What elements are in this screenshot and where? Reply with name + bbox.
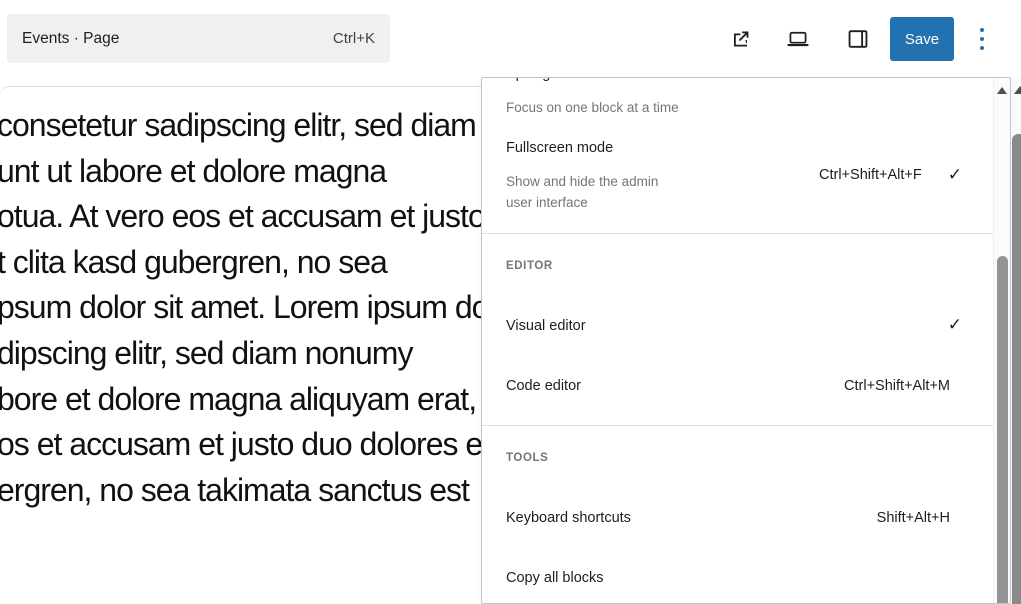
command-shortcut-hint: Ctrl+K — [333, 30, 375, 47]
menu-item-spotlight-mode[interactable]: Spotlight mode Focus on one block at a t… — [482, 77, 993, 110]
fullscreen-shortcut: Ctrl+Shift+Alt+F — [819, 167, 922, 183]
view-site-button[interactable] — [725, 23, 757, 55]
options-menu-button[interactable] — [966, 19, 998, 59]
visual-editor-label: Visual editor — [506, 318, 586, 334]
check-icon: ✓ — [948, 316, 962, 333]
popover-scrollbar-thumb[interactable] — [997, 256, 1008, 604]
triangle-up-icon[interactable] — [997, 87, 1007, 94]
page-scrollbar-thumb[interactable] — [1012, 134, 1021, 604]
check-icon: ✓ — [948, 166, 962, 183]
section-header-tools: TOOLS — [506, 452, 548, 464]
spotlight-mode-description: Focus on one block at a time — [506, 97, 679, 118]
options-menu-popover: Spotlight mode Focus on one block at a t… — [481, 77, 1011, 604]
command-center-button[interactable]: Events · Page Ctrl+K — [7, 14, 390, 63]
code-editor-shortcut: Ctrl+Shift+Alt+M — [844, 378, 950, 394]
spotlight-mode-label: Spotlight mode — [506, 77, 603, 82]
menu-item-keyboard-shortcuts[interactable]: Keyboard shortcuts Shift+Alt+H — [482, 500, 993, 544]
settings-sidebar-toggle[interactable] — [842, 23, 874, 55]
laptop-icon — [785, 26, 811, 52]
menu-item-fullscreen-mode[interactable]: Fullscreen mode Show and hide the admin … — [482, 134, 993, 222]
popover-scrollbar[interactable] — [993, 78, 1010, 603]
editor-top-bar: Events · Page Ctrl+K — [0, 0, 1021, 78]
menu-divider — [482, 233, 993, 234]
triangle-up-icon[interactable] — [1014, 86, 1021, 94]
save-button[interactable]: Save — [890, 17, 954, 61]
kebab-menu-icon — [980, 28, 984, 50]
keyboard-shortcuts-label: Keyboard shortcuts — [506, 510, 631, 526]
section-header-editor: EDITOR — [506, 260, 553, 272]
keyboard-shortcuts-shortcut: Shift+Alt+H — [877, 510, 950, 526]
copy-all-blocks-label: Copy all blocks — [506, 570, 604, 586]
menu-item-visual-editor[interactable]: Visual editor ✓ — [482, 308, 993, 352]
menu-divider — [482, 425, 993, 426]
fullscreen-mode-label: Fullscreen mode — [506, 140, 613, 156]
top-bar-actions: Save — [725, 0, 998, 78]
preview-button[interactable] — [782, 23, 814, 55]
drawer-right-icon — [845, 26, 871, 52]
page-scrollbar[interactable] — [1012, 78, 1021, 604]
document-title: Events · Page — [22, 30, 119, 48]
fullscreen-mode-description: Show and hide the admin user interface — [506, 171, 658, 213]
code-editor-label: Code editor — [506, 378, 581, 394]
menu-item-code-editor[interactable]: Code editor Ctrl+Shift+Alt+M — [482, 368, 993, 412]
menu-item-copy-all-blocks[interactable]: Copy all blocks — [482, 560, 993, 604]
external-link-icon — [729, 27, 753, 51]
